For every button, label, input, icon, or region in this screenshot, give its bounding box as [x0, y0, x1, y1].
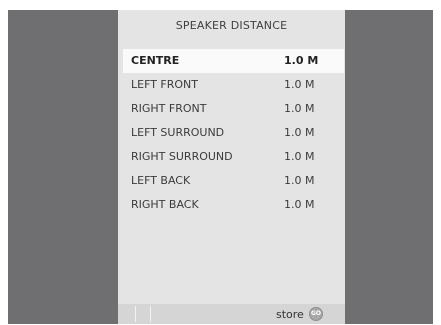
menu-item-label: RIGHT SURROUND	[131, 150, 233, 163]
footer-divider	[150, 306, 151, 322]
distance-value: 1.0 M	[284, 174, 315, 187]
distance-value: 1.0 M	[284, 54, 319, 67]
store-action[interactable]: store	[276, 308, 304, 321]
footer-bar: store GO	[118, 304, 345, 324]
menu-item-label: RIGHT BACK	[131, 198, 199, 211]
menu-item-left-back[interactable]: LEFT BACK 1.0 M	[123, 169, 344, 193]
menu-item-right-front[interactable]: RIGHT FRONT 1.0 M	[123, 97, 344, 121]
menu-item-centre[interactable]: CENTRE 1.0 M	[123, 49, 344, 73]
distance-value: 1.0 M	[284, 150, 315, 163]
menu-item-label: LEFT SURROUND	[131, 126, 225, 139]
menu-item-right-surround[interactable]: RIGHT SURROUND 1.0 M	[123, 145, 344, 169]
speaker-distance-menu: SPEAKER DISTANCE CENTRE 1.0 M LEFT FRONT…	[118, 10, 345, 324]
speaker-list: CENTRE 1.0 M LEFT FRONT 1.0 M RIGHT FRON…	[123, 49, 344, 217]
distance-value: 1.0 M	[284, 78, 315, 91]
distance-value: 1.0 M	[284, 102, 315, 115]
menu-item-left-surround[interactable]: LEFT SURROUND 1.0 M	[123, 121, 344, 145]
footer-divider	[135, 306, 136, 322]
menu-item-label: LEFT BACK	[131, 174, 191, 187]
go-icon[interactable]: GO	[309, 307, 323, 321]
menu-item-label: LEFT FRONT	[131, 78, 199, 91]
menu-item-left-front[interactable]: LEFT FRONT 1.0 M	[123, 73, 344, 97]
menu-item-label: CENTRE	[131, 54, 180, 67]
menu-item-label: RIGHT FRONT	[131, 102, 207, 115]
menu-title: SPEAKER DISTANCE	[175, 19, 288, 32]
distance-value: 1.0 M	[284, 126, 315, 139]
distance-value: 1.0 M	[284, 198, 315, 211]
tv-screen: SPEAKER DISTANCE CENTRE 1.0 M LEFT FRONT…	[8, 10, 433, 324]
menu-item-right-back[interactable]: RIGHT BACK 1.0 M	[123, 193, 344, 217]
